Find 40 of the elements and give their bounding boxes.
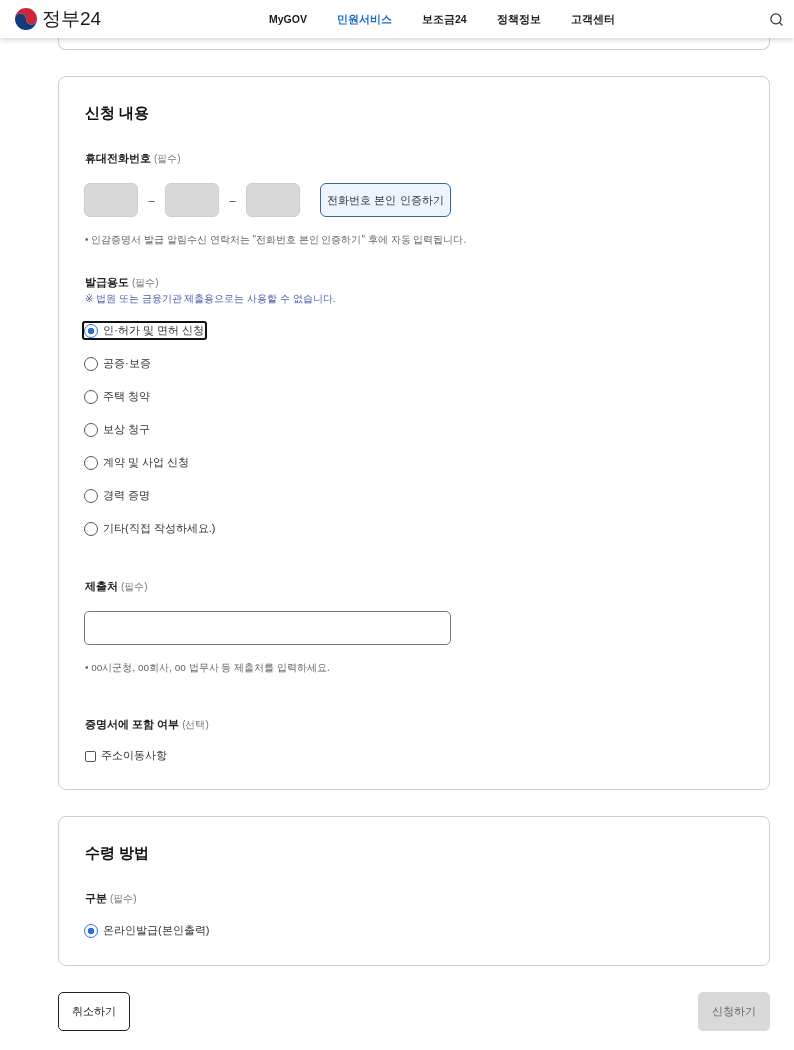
nav-tab[interactable]: MyGOV — [269, 11, 307, 27]
field-label: 발급용도 — [85, 275, 129, 290]
nav-tab[interactable]: 보조금24 — [421, 11, 467, 27]
radio-option[interactable]: 경력 증명 — [82, 486, 154, 505]
radio-option[interactable]: 기타(직접 작성하세요.) — [82, 519, 219, 538]
checkbox-option[interactable]: 주소이동사항 — [85, 748, 167, 764]
phone-input-field[interactable] — [165, 183, 219, 217]
phone-input-field[interactable] — [84, 183, 138, 217]
radio-option[interactable]: 온라인발급(본인출력) — [82, 921, 213, 940]
requirement-text: (필수) — [132, 276, 159, 290]
nav-tab[interactable]: 민원서비스 — [336, 11, 392, 27]
field-label: 구분 — [85, 891, 107, 906]
field-label: 증명서에 포함 여부 — [85, 717, 180, 732]
help-text: • oo시군청, oo회사, oo 법무사 등 제출처를 입력하세요. — [85, 661, 330, 675]
section-title: 신청 내용 — [85, 103, 150, 123]
phone-input-field[interactable] — [246, 183, 300, 217]
radio-option[interactable]: 보상 청구 — [82, 420, 154, 439]
radio-option[interactable]: 계약 및 사업 신청 — [82, 453, 193, 472]
help-text: • 인감증명서 발급 알림수신 연락처는 "전화번호 본인 인증하기" 후에 자동 입력됩니다. — [85, 233, 467, 247]
requirement-text: (필수) — [154, 152, 181, 166]
dash-separator: – — [147, 194, 156, 206]
emblem-icon — [15, 8, 37, 30]
nav-tab[interactable]: 정책정보 — [496, 11, 541, 27]
field-label: 휴대전화번호 — [85, 151, 151, 166]
nav-tab[interactable]: 고객센터 — [570, 11, 615, 27]
radio-option[interactable]: 공증·보증 — [82, 354, 154, 373]
logo-link[interactable]: 정부24 — [15, 7, 102, 31]
field-label: 제출처 — [85, 579, 118, 594]
search-icon[interactable] — [769, 11, 784, 27]
cancel-button[interactable]: 취소하기 — [58, 992, 130, 1031]
radio-option[interactable]: 주택 청약 — [82, 387, 154, 406]
section-title: 수령 방법 — [85, 843, 150, 863]
requirement-text: (선택) — [182, 718, 209, 732]
requirement-text: (필수) — [121, 580, 148, 594]
verify-phone-button[interactable]: 전화번호 본인 인증하기 — [320, 183, 451, 217]
input-field[interactable] — [84, 611, 451, 645]
requirement-text: (필수) — [110, 892, 137, 906]
dash-separator: – — [228, 194, 237, 206]
radio-option[interactable]: 인·허가 및 면허 신청 — [82, 321, 207, 340]
notice-text: ※ 법원 또는 금융기관 제출용으로는 사용할 수 없습니다. — [85, 292, 336, 306]
